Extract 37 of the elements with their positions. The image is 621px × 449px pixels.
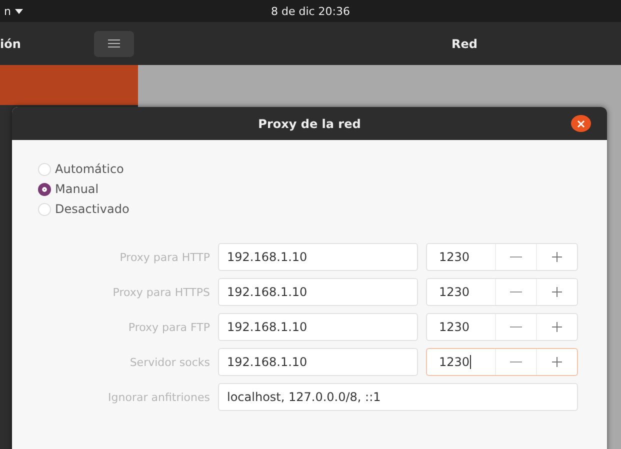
ignore-hosts-field[interactable]: localhost, 127.0.0.0/8, ::1 bbox=[218, 383, 578, 411]
plus-icon bbox=[552, 252, 562, 262]
minus-icon bbox=[510, 326, 522, 328]
radio-label: Manual bbox=[55, 182, 99, 196]
field-label: Proxy para HTTPS bbox=[112, 286, 210, 298]
radio-button[interactable] bbox=[38, 182, 51, 196]
window-title: Red bbox=[450, 36, 478, 50]
host-field[interactable]: 192.168.1.10 bbox=[218, 243, 418, 271]
host-field[interactable]: 192.168.1.10 bbox=[218, 278, 418, 306]
plus-icon bbox=[552, 287, 562, 297]
field-label: Ignorar anfitriones bbox=[107, 390, 210, 404]
port-field[interactable]: 1230 bbox=[426, 313, 578, 341]
close-icon bbox=[577, 120, 585, 128]
host-field[interactable]: 192.168.1.10 bbox=[218, 348, 418, 376]
selected-sidebar-item[interactable] bbox=[0, 65, 138, 105]
minus-icon bbox=[510, 256, 522, 258]
close-button[interactable] bbox=[571, 115, 591, 132]
field-label: Servidor socks bbox=[128, 356, 210, 368]
plus-icon bbox=[552, 357, 562, 367]
radio-label: Desactivado bbox=[55, 202, 130, 216]
port-field[interactable]: 1230 bbox=[426, 278, 578, 306]
header-title: ión bbox=[0, 36, 21, 50]
dialog-title: Proxy de la red bbox=[258, 116, 361, 130]
menu-text[interactable]: n bbox=[0, 4, 23, 18]
menu-button[interactable] bbox=[94, 30, 134, 56]
port-field[interactable]: 1230 bbox=[426, 348, 578, 376]
menu-icon bbox=[108, 39, 120, 48]
radio-label: Automático bbox=[55, 162, 124, 176]
field-label: Proxy para HTTP bbox=[118, 250, 210, 264]
caret-icon bbox=[14, 8, 23, 14]
minus-icon bbox=[510, 291, 522, 293]
field-label: Proxy para FTP bbox=[127, 320, 210, 334]
clock[interactable]: 8 de dic 20:36 bbox=[270, 4, 350, 18]
plus-icon bbox=[552, 322, 562, 332]
host-field[interactable]: 192.168.1.10 bbox=[218, 313, 418, 341]
minus-icon bbox=[510, 361, 522, 363]
port-field[interactable]: 1230 bbox=[426, 243, 578, 271]
